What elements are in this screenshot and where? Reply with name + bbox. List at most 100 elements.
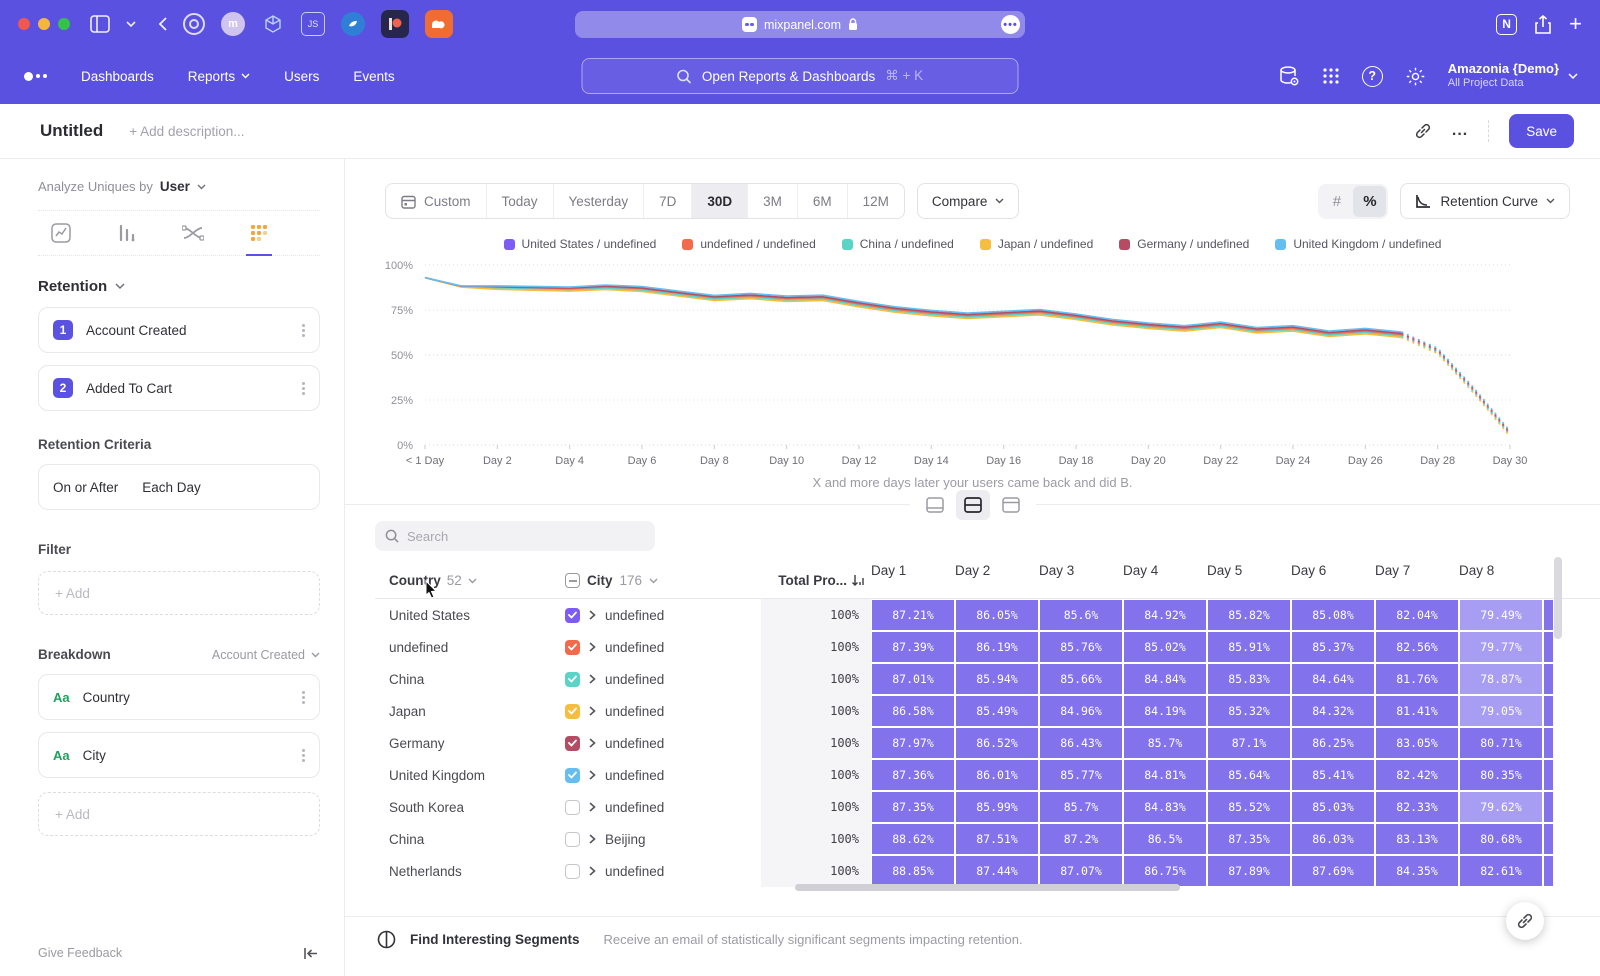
tab-retention[interactable] (238, 223, 280, 243)
retention-cell[interactable]: 84.19% (1124, 696, 1206, 726)
onepassword-icon[interactable] (183, 13, 205, 35)
table-row[interactable]: China Beijing 100%88.62%87.51%87.2%86.5%… (375, 823, 1600, 855)
retention-cell[interactable]: 84.81% (1124, 760, 1206, 790)
retention-cell[interactable]: 79.49% (1460, 600, 1542, 630)
retention-cell[interactable]: 81.76% (1376, 664, 1458, 694)
window-controls[interactable] (18, 18, 70, 30)
breakdown-property-label[interactable]: Country (83, 690, 130, 705)
minimize-window-button[interactable] (38, 18, 50, 30)
avatar-m-icon[interactable]: m (221, 12, 245, 36)
retention-cell[interactable]: 85.02% (1124, 632, 1206, 662)
retention-cell[interactable]: 87.51% (956, 824, 1038, 854)
share-link-fab[interactable] (1506, 902, 1544, 940)
expand-row-icon[interactable] (589, 610, 596, 620)
retention-cell[interactable]: 80.35% (1460, 760, 1542, 790)
retention-cell[interactable]: 86.25% (1292, 728, 1374, 758)
nav-users[interactable]: Users (284, 69, 319, 84)
date-range-today[interactable]: Today (487, 184, 554, 218)
retention-cell[interactable]: 87.1% (1208, 728, 1290, 758)
retention-cell[interactable]: 86.03% (1292, 824, 1374, 854)
breakdown-property-label[interactable]: City (83, 748, 106, 763)
retention-cell[interactable]: 78.87% (1460, 664, 1542, 694)
retention-cell[interactable]: 82.42% (1376, 760, 1458, 790)
date-range-30d[interactable]: 30D (692, 184, 748, 218)
retention-cell[interactable]: 85.83% (1208, 664, 1290, 694)
breakdown-scope-dropdown[interactable]: Account Created (212, 648, 320, 662)
retention-cell[interactable]: 87.2% (1040, 824, 1122, 854)
tab-insights[interactable] (40, 223, 82, 243)
retention-cell[interactable]: 86.75% (1124, 856, 1206, 886)
retention-chart[interactable]: 0%25%50%75%100%< 1 DayDay 2Day 4Day 6Day… (345, 253, 1600, 471)
retention-cell[interactable]: 86.58% (872, 696, 954, 726)
column-header-day[interactable]: Day 4 (1123, 563, 1207, 598)
js-badge-icon[interactable]: JS (301, 12, 325, 36)
series-checkbox[interactable] (565, 864, 580, 879)
criteria-condition[interactable]: On or After (53, 480, 118, 495)
report-title[interactable]: Untitled (40, 121, 103, 141)
retention-cell[interactable]: 84.96% (1040, 696, 1122, 726)
retention-cell[interactable]: 85.7% (1040, 792, 1122, 822)
expand-row-icon[interactable] (589, 834, 596, 844)
date-range-yesterday[interactable]: Yesterday (554, 184, 645, 218)
back-icon[interactable] (158, 17, 167, 31)
chart-type-dropdown[interactable]: Retention Curve (1400, 183, 1570, 219)
column-header-total[interactable]: Total Pro... (761, 563, 871, 598)
retention-cell[interactable]: 87.89% (1208, 856, 1290, 886)
cube-icon[interactable] (261, 12, 285, 36)
legend-item[interactable]: Germany / undefined (1119, 237, 1249, 251)
column-header-city[interactable]: City 176 (565, 563, 761, 598)
expand-row-icon[interactable] (589, 642, 596, 652)
table-row[interactable]: Japan undefined 100%86.58%85.49%84.96%84… (375, 695, 1600, 727)
segments-title[interactable]: Find Interesting Segments (410, 932, 580, 947)
retention-cell[interactable]: 87.44% (956, 856, 1038, 886)
retention-cell[interactable]: 87.97% (872, 728, 954, 758)
legend-item[interactable]: United Kingdom / undefined (1275, 237, 1441, 251)
new-tab-icon[interactable]: + (1569, 15, 1582, 33)
table-row[interactable]: undefined undefined 100%87.39%86.19%85.7… (375, 631, 1600, 663)
retention-cell[interactable]: 84.92% (1124, 600, 1206, 630)
retention-cell[interactable]: 85.6% (1040, 600, 1122, 630)
retention-cell[interactable]: 85.49% (956, 696, 1038, 726)
retention-cell[interactable]: 85.94% (956, 664, 1038, 694)
address-bar[interactable]: mixpanel.com ••• (575, 11, 1025, 38)
column-header-day[interactable]: Day 2 (955, 563, 1039, 598)
global-search-input[interactable]: Open Reports & Dashboards ⌘ + K (582, 58, 1019, 94)
retention-cell[interactable]: 85.66% (1040, 664, 1122, 694)
column-header-day[interactable]: Day 8 (1459, 563, 1543, 598)
copy-link-icon[interactable] (1414, 122, 1432, 140)
nav-dashboards[interactable]: Dashboards (81, 69, 154, 84)
sidebar-toggle-icon[interactable] (90, 15, 110, 33)
date-range-7d[interactable]: 7D (644, 184, 692, 218)
retention-cell[interactable]: 87.21% (872, 600, 954, 630)
retention-cell[interactable]: 84.35% (1376, 856, 1458, 886)
legend-item[interactable]: China / undefined (842, 237, 954, 251)
retention-cell[interactable]: 85.76% (1040, 632, 1122, 662)
retention-cell[interactable]: 84.83% (1124, 792, 1206, 822)
retention-cell[interactable]: 82.61% (1460, 856, 1542, 886)
retention-cell[interactable]: 79.05% (1460, 696, 1542, 726)
retention-cell[interactable]: 87.69% (1292, 856, 1374, 886)
column-header-day[interactable]: Day 6 (1291, 563, 1375, 598)
retention-cell[interactable]: 85.32% (1208, 696, 1290, 726)
retention-cell[interactable]: 87.35% (872, 792, 954, 822)
column-header-day[interactable]: Day 1 (871, 563, 955, 598)
retention-cell[interactable]: 86.05% (956, 600, 1038, 630)
retention-cell[interactable]: 79.77% (1460, 632, 1542, 662)
date-range-6m[interactable]: 6M (798, 184, 848, 218)
expand-row-icon[interactable] (589, 674, 596, 684)
series-checkbox[interactable] (565, 768, 580, 783)
criteria-card[interactable]: On or After Each Day (38, 464, 320, 510)
retention-cell[interactable]: 86.43% (1040, 728, 1122, 758)
table-row[interactable]: United Kingdom undefined 100%87.36%86.01… (375, 759, 1600, 791)
retention-cell[interactable]: 84.32% (1292, 696, 1374, 726)
add-breakdown-button[interactable]: + Add (38, 792, 320, 836)
project-switcher[interactable]: Amazonia {Demo} All Project Data (1448, 61, 1578, 91)
retention-cell[interactable]: 87.39% (872, 632, 954, 662)
horizontal-scrollbar[interactable] (795, 884, 1180, 891)
table-row[interactable]: South Korea undefined 100%87.35%85.99%85… (375, 791, 1600, 823)
patreon-icon[interactable] (381, 10, 409, 38)
page-actions-button[interactable]: ••• (1001, 15, 1020, 34)
date-range-12m[interactable]: 12M (848, 184, 904, 218)
mixpanel-logo[interactable] (24, 72, 47, 81)
retention-cell[interactable]: 85.91% (1208, 632, 1290, 662)
